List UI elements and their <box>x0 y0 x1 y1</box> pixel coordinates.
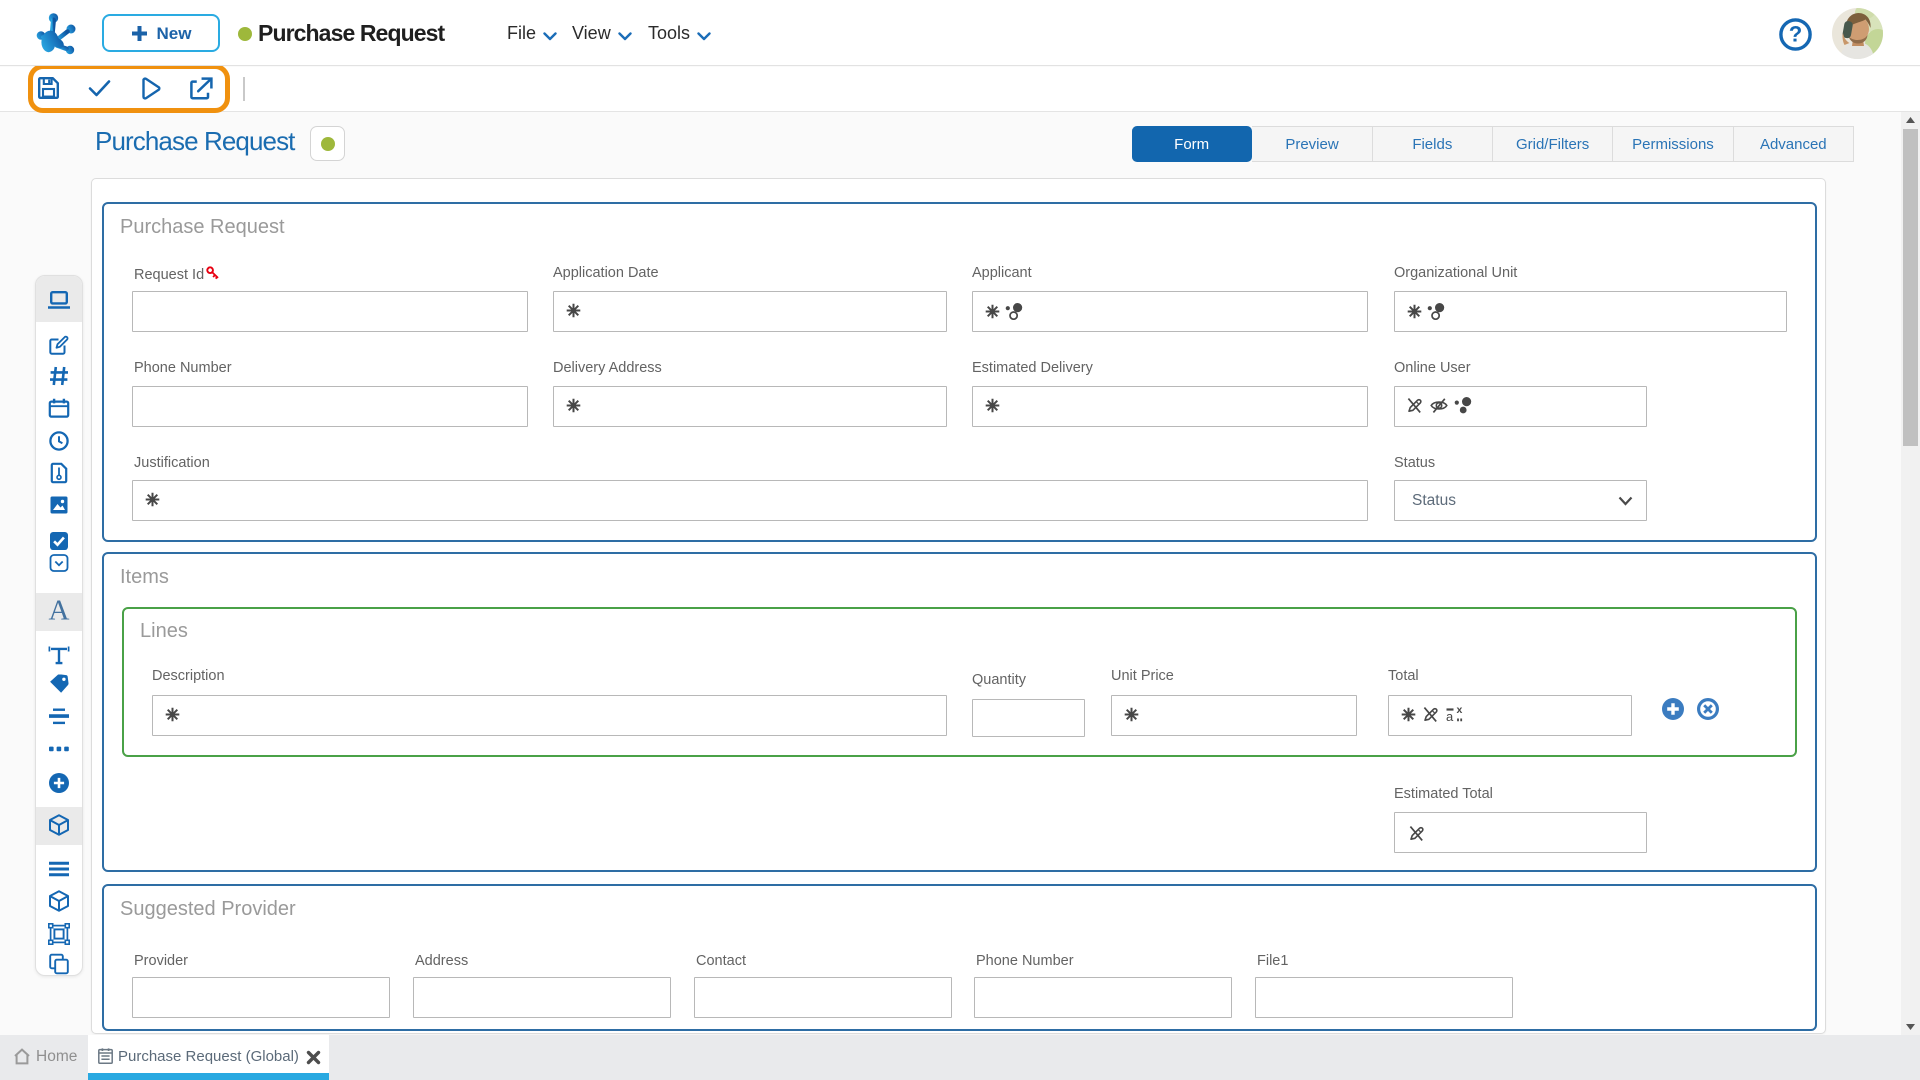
svg-text:x: x <box>1457 705 1463 716</box>
svg-text:?: ? <box>1789 22 1802 47</box>
svg-text:a: a <box>1446 709 1454 724</box>
